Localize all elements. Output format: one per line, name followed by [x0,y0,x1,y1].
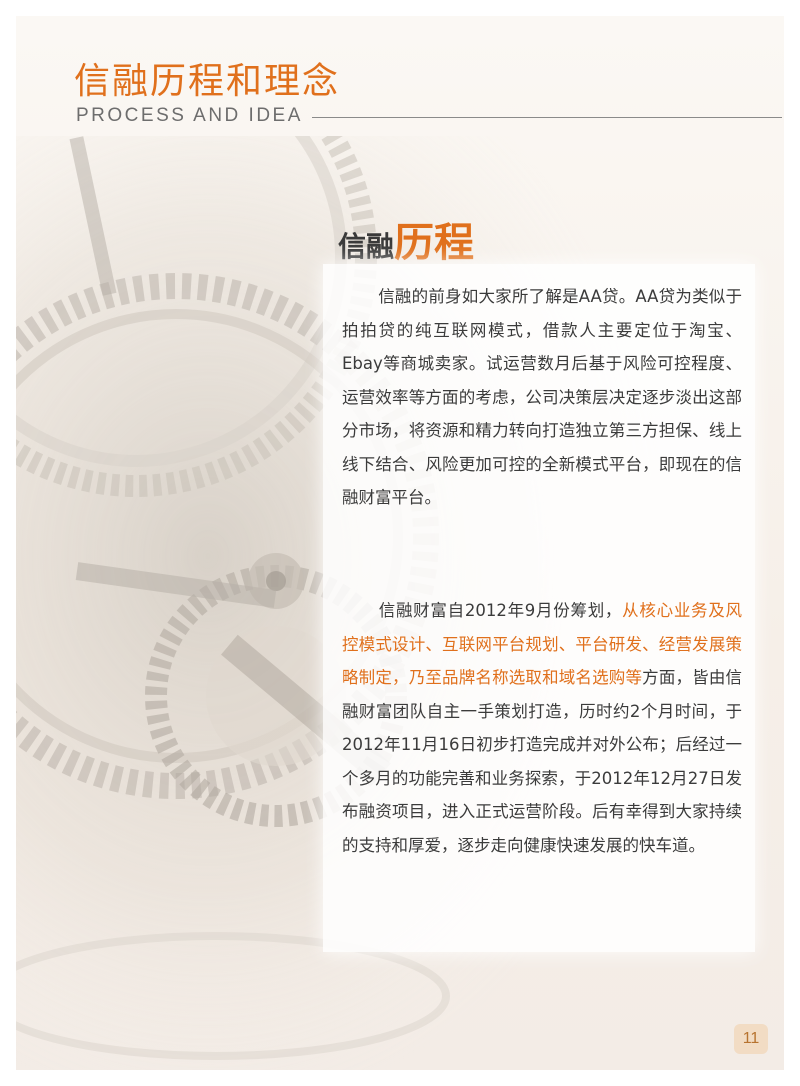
paragraph-timeline: 信融财富自2012年9月份筹划，从核心业务及风控模式设计、互联网平台规划、平台研… [342,594,742,862]
header-divider [312,117,782,118]
paragraph-timeline-part1: 信融财富自2012年9月份筹划， [378,601,623,620]
section-heading: 信融历程 [338,210,474,268]
paragraph-history: 信融的前身如大家所了解是AA贷。AA贷为类似于拍拍贷的纯互联网模式，借款人主要定… [342,280,742,515]
paragraph-timeline-part2: 方面，皆由信融财富团队自主一手策划打造，历时约2个月时间，于2012年11月16… [342,668,743,855]
page: 信融历程和理念 PROCESS AND IDEA 信融历程 信融的前身如大家所了… [16,16,784,1070]
section-heading-part2: 历程 [394,220,475,266]
page-number-badge: 11 [734,1024,768,1054]
section-heading-part1: 信融 [338,230,395,263]
page-title: 信融历程和理念 [74,61,341,102]
page-subtitle: PROCESS AND IDEA [76,105,303,126]
paragraph-history-text: 信融的前身如大家所了解是AA贷。AA贷为类似于拍拍贷的纯互联网模式，借款人主要定… [342,287,742,507]
